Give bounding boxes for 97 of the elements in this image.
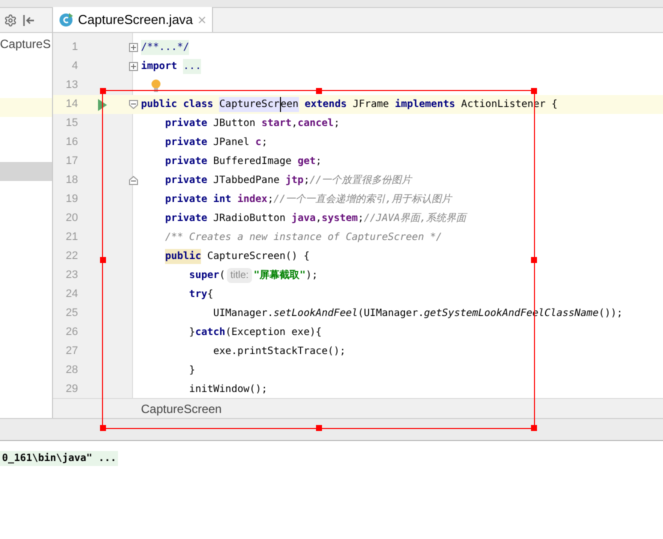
- code-token: BufferedImage: [213, 155, 293, 169]
- code-token: ;: [334, 117, 340, 131]
- line-number: 25: [64, 306, 78, 322]
- line-number: 13: [64, 78, 78, 94]
- code-token: /** Creates a new instance of CaptureScreen */: [165, 231, 442, 245]
- line-number: 27: [64, 344, 78, 360]
- code-token: ...: [183, 59, 202, 74]
- tree-row-selection: [0, 162, 52, 181]
- code-token: UIManager.: [213, 307, 274, 321]
- line-number: 23: [64, 268, 78, 284]
- code-token: (Exception exe){: [225, 326, 322, 340]
- settings-icon[interactable]: [4, 14, 17, 26]
- code-token: try: [189, 288, 208, 302]
- code-token: cancel: [298, 117, 334, 131]
- line-number: 28: [64, 363, 78, 378]
- code-token: een: [280, 97, 299, 112]
- expand-fold-icon[interactable]: [128, 43, 138, 52]
- code-token: //一个放置很多份图片: [310, 174, 412, 188]
- collapse-fold-icon[interactable]: [128, 100, 138, 109]
- close-icon[interactable]: [198, 16, 206, 24]
- line-number: 29: [64, 382, 78, 398]
- code-token: private: [165, 136, 208, 150]
- code-token: system: [322, 212, 358, 226]
- line-number: 19: [64, 192, 78, 208]
- code-token: JButton: [213, 117, 256, 131]
- code-token: CaptureScr: [219, 97, 280, 112]
- resize-handle[interactable]: [100, 425, 106, 431]
- code-token: c: [255, 136, 262, 150]
- code-token: ;: [358, 212, 364, 226]
- line-number: 18: [64, 173, 78, 188]
- code-token: initWindow();: [189, 383, 268, 397]
- code-token: start: [261, 117, 292, 131]
- code-token: extends: [304, 98, 348, 112]
- line-number: 24: [64, 287, 78, 302]
- code-token: public: [165, 249, 202, 264]
- code-token: private: [165, 174, 208, 188]
- code-token: //一个一直会递增的索引,用于标认图片: [273, 192, 452, 207]
- lightbulb-icon[interactable]: [151, 78, 161, 92]
- code-token: private: [165, 154, 208, 169]
- code-token: );: [306, 269, 318, 283]
- resize-handle[interactable]: [531, 88, 537, 94]
- code-token: implements: [394, 98, 456, 112]
- code-token: JFrame: [352, 98, 390, 112]
- editor-tab[interactable]: CaptureScreen.java: [53, 7, 213, 32]
- code-token: //JAVA界面,系统界面: [364, 212, 466, 226]
- code-token: jtp: [286, 174, 304, 188]
- code-token: ;: [267, 193, 274, 207]
- class-file-icon: [59, 12, 73, 26]
- code-token: ;: [316, 155, 322, 169]
- code-token: }: [189, 364, 196, 378]
- pin-left-icon[interactable]: [23, 14, 35, 26]
- code-editor[interactable]: [53, 33, 663, 398]
- line-number: 15: [64, 116, 78, 132]
- run-icon[interactable]: [98, 98, 106, 110]
- code-token: super: [189, 269, 220, 283]
- code-token: (: [219, 269, 226, 283]
- code-token: ;: [261, 136, 268, 150]
- code-token: private: [165, 116, 208, 131]
- code-token: /**...*/: [141, 40, 190, 55]
- code-token: ;: [304, 174, 310, 188]
- code-token: private: [165, 212, 208, 226]
- resize-handle[interactable]: [531, 425, 537, 431]
- code-token: catch: [195, 326, 226, 340]
- code-token: }: [189, 326, 196, 340]
- line-number: 14: [64, 97, 78, 112]
- line-number: 16: [64, 135, 78, 150]
- tree-item[interactable]: CaptureS: [0, 35, 52, 53]
- tree-row-highlight: [0, 98, 52, 117]
- code-token: ,: [316, 212, 322, 226]
- resize-handle[interactable]: [100, 88, 106, 94]
- code-token: java: [292, 212, 316, 226]
- breadcrumb[interactable]: CaptureScreen: [141, 400, 222, 418]
- code-token: private int: [165, 192, 232, 207]
- line-number: 17: [64, 154, 78, 170]
- code-token: JTabbedPane: [213, 174, 280, 188]
- parameter-hint: title:: [227, 268, 252, 283]
- code-token: exe.printStackTrace();: [213, 345, 346, 359]
- line-number: 1: [70, 40, 78, 56]
- code-token: (UIManager.: [358, 307, 424, 321]
- code-token: public class: [141, 98, 214, 112]
- code-token: index: [237, 192, 268, 207]
- expand-fold-icon[interactable]: [128, 62, 138, 71]
- code-token: setLookAndFeel: [273, 307, 358, 321]
- line-number: 4: [70, 59, 78, 74]
- code-token: "屏幕截取": [254, 268, 306, 283]
- line-number: 26: [64, 325, 78, 340]
- code-token: JRadioButton: [213, 212, 287, 226]
- line-number: 21: [64, 230, 78, 246]
- code-token: import: [141, 60, 178, 74]
- line-number: 20: [64, 211, 78, 226]
- code-token: JPanel: [213, 136, 250, 150]
- line-number: 22: [64, 249, 78, 264]
- code-token: CaptureScreen() {: [207, 250, 310, 264]
- code-token: ());: [598, 307, 623, 321]
- code-token: ,: [292, 117, 298, 131]
- code-token: get: [298, 155, 316, 169]
- code-token: {: [207, 288, 214, 302]
